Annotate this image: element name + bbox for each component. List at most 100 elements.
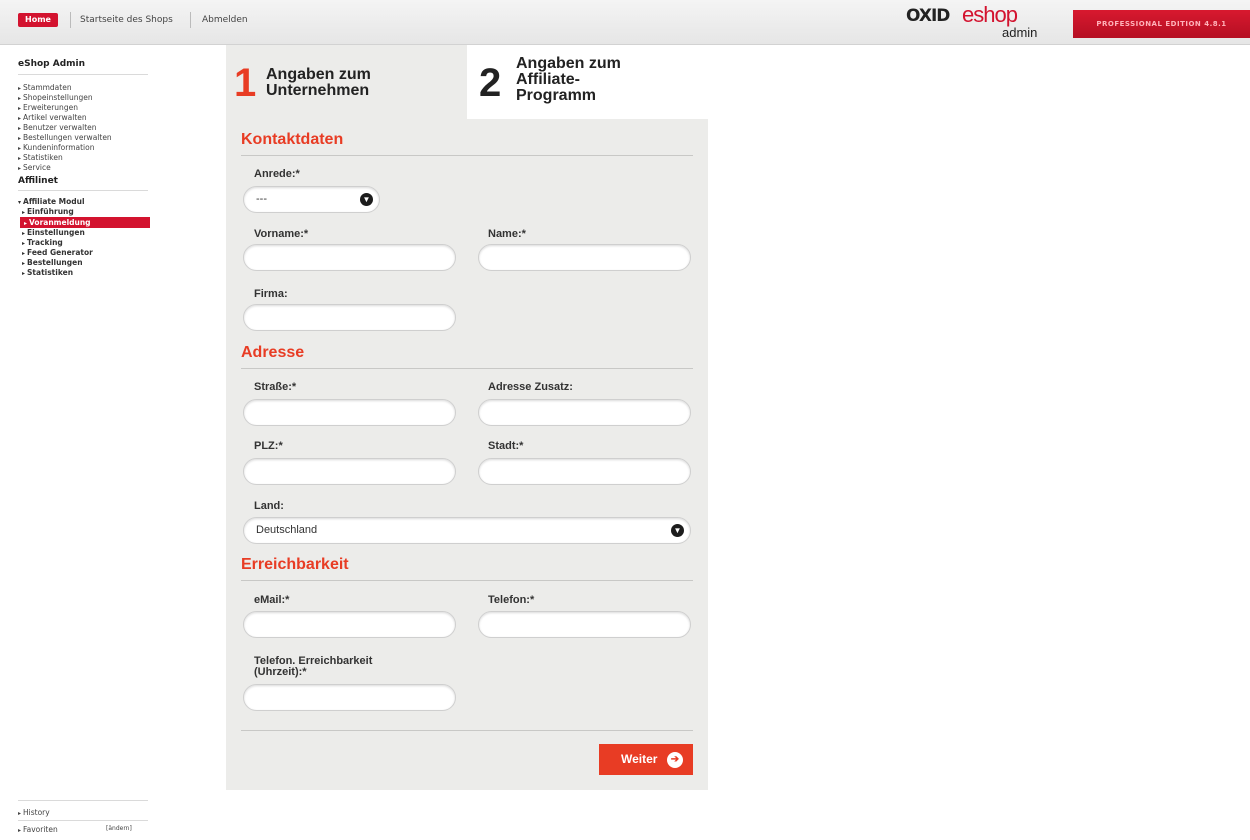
land-label: Land: (254, 500, 284, 512)
land-select[interactable]: Deutschland ▼ (243, 517, 691, 544)
shop-start-link[interactable]: Startseite des Shops (80, 15, 173, 25)
chevron-right-icon: ▸ (22, 250, 26, 257)
separator (190, 12, 191, 28)
sidebar-item-affiliate-modul[interactable]: ▾ Affiliate Modul (18, 197, 85, 206)
divider (18, 190, 148, 191)
sidebar-item-erweiterungen[interactable]: ▸ Erweiterungen (18, 103, 78, 112)
divider (241, 368, 693, 369)
step-2-label-line3: Programm (516, 87, 597, 104)
step-2-label-line1: Angaben zum (516, 55, 621, 72)
chevron-right-icon: ▸ (24, 220, 28, 227)
divider (18, 74, 148, 75)
sidebar: eShop Admin ▸ Stammdaten ▸ Shopeinstellung… (0, 45, 160, 840)
step-1-label-line1: Angaben zum (266, 66, 371, 83)
separator (70, 12, 71, 28)
divider (241, 580, 693, 581)
top-bar: Home Startseite des Shops Abmelden OXID … (0, 0, 1250, 45)
divider (241, 155, 693, 156)
plz-input[interactable] (243, 458, 456, 485)
chevron-down-icon: ▼ (671, 524, 684, 537)
chevron-right-icon: ▸ (18, 827, 22, 834)
anrede-label: Anrede:* (254, 168, 300, 180)
email-input[interactable] (243, 611, 456, 638)
sidebar-subitem-bestellungen[interactable]: ▸ Bestellungen (22, 258, 83, 267)
anrede-select[interactable]: --- ▼ (243, 186, 380, 213)
section-title-contact: Kontaktdaten (241, 131, 344, 148)
sidebar-subitem-voranmeldung[interactable]: ▸ Voranmeldung (20, 217, 150, 228)
firma-input[interactable] (243, 304, 456, 331)
vorname-input[interactable] (243, 244, 456, 271)
sidebar-history[interactable]: ▸ History (18, 808, 50, 817)
section-title-reach: Erreichbarkeit (241, 556, 349, 573)
sidebar-item-bestellungen[interactable]: ▸ Bestellungen verwalten (18, 133, 112, 142)
telefon-label: Telefon:* (488, 594, 535, 606)
sidebar-item-artikel[interactable]: ▸ Artikel verwalten (18, 113, 87, 122)
edition-badge: PROFESSIONAL EDITION 4.8.1 (1073, 10, 1250, 38)
sidebar-affilinet-title: Affilinet (18, 176, 58, 186)
erreichbarkeit-label-line2: (Uhrzeit):* (254, 666, 307, 678)
step-2-number: 2 (479, 61, 502, 105)
vorname-label: Vorname:* (254, 228, 309, 240)
chevron-right-icon: ▸ (18, 145, 22, 152)
divider (18, 800, 148, 801)
email-label: eMail:* (254, 594, 290, 606)
step-1-number: 1 (234, 61, 257, 105)
sidebar-item-service[interactable]: ▸ Service (18, 163, 51, 172)
home-button[interactable]: Home (18, 13, 58, 27)
section-title-address: Adresse (241, 344, 305, 361)
name-label: Name:* (488, 228, 526, 240)
adresse-zusatz-input[interactable] (478, 399, 691, 426)
divider (241, 730, 693, 731)
chevron-right-icon: ▸ (18, 165, 22, 172)
chevron-right-icon: ▸ (22, 240, 26, 247)
telefon-input[interactable] (478, 611, 691, 638)
chevron-right-icon: ▸ (18, 125, 22, 132)
step-1-tab: 1 Angaben zum Unternehmen (226, 45, 467, 119)
chevron-right-icon: ▸ (18, 95, 22, 102)
name-input[interactable] (478, 244, 691, 271)
chevron-down-icon: ▾ (18, 199, 22, 206)
sidebar-subitem-statistiken[interactable]: ▸ Statistiken (22, 268, 73, 277)
chevron-right-icon: ▸ (18, 115, 22, 122)
logo-admin: admin (1002, 25, 1038, 40)
plz-label: PLZ:* (254, 440, 283, 452)
sidebar-favorites[interactable]: ▸ Favoriten (18, 825, 58, 834)
weiter-button[interactable]: Weiter ➔ (599, 744, 693, 775)
chevron-right-icon: ▸ (22, 230, 26, 237)
stadt-input[interactable] (478, 458, 691, 485)
sidebar-subitem-einstellungen[interactable]: ▸ Einstellungen (22, 228, 85, 237)
chevron-right-icon: ▸ (22, 270, 26, 277)
strasse-label: Straße:* (254, 381, 297, 393)
erreichbarkeit-input[interactable] (243, 684, 456, 711)
stadt-label: Stadt:* (488, 440, 524, 452)
chevron-down-icon: ▼ (360, 193, 373, 206)
chevron-right-icon: ▸ (18, 810, 22, 817)
step-1-label-line2: Unternehmen (266, 82, 370, 99)
favorites-change-link[interactable]: [ändern] (106, 825, 132, 832)
step-2-tab: 2 Angaben zum Affiliate- Programm (467, 45, 708, 119)
chevron-right-icon: ▸ (18, 155, 22, 162)
chevron-right-icon: ▸ (22, 260, 26, 267)
firma-label: Firma: (254, 288, 288, 300)
sidebar-title: eShop Admin (18, 59, 86, 69)
step-2-label-line2: Affiliate- (516, 71, 580, 88)
logout-link[interactable]: Abmelden (202, 15, 248, 25)
sidebar-subitem-tracking[interactable]: ▸ Tracking (22, 238, 63, 247)
sidebar-subitem-feed-generator[interactable]: ▸ Feed Generator (22, 248, 93, 257)
chevron-right-icon: ▸ (18, 105, 22, 112)
registration-form: Kontaktdaten Anrede:* --- ▼ Vorname:* Na… (226, 119, 708, 790)
adresse-zusatz-label: Adresse Zusatz: (488, 381, 573, 393)
arrow-right-icon: ➔ (667, 752, 683, 768)
sidebar-item-benutzer[interactable]: ▸ Benutzer verwalten (18, 123, 97, 132)
sidebar-item-statistiken[interactable]: ▸ Statistiken (18, 153, 63, 162)
sidebar-item-stammdaten[interactable]: ▸ Stammdaten (18, 83, 72, 92)
divider (18, 820, 148, 821)
sidebar-subitem-label: Voranmeldung (29, 218, 91, 227)
strasse-input[interactable] (243, 399, 456, 426)
chevron-right-icon: ▸ (18, 135, 22, 142)
sidebar-item-kundeninformation[interactable]: ▸ Kundeninformation (18, 143, 94, 152)
sidebar-subitem-einfuehrung[interactable]: ▸ Einführung (22, 207, 74, 216)
logo-oxid: OXID (906, 6, 950, 26)
sidebar-item-shopeinstellungen[interactable]: ▸ Shopeinstellungen (18, 93, 93, 102)
chevron-right-icon: ▸ (18, 85, 22, 92)
